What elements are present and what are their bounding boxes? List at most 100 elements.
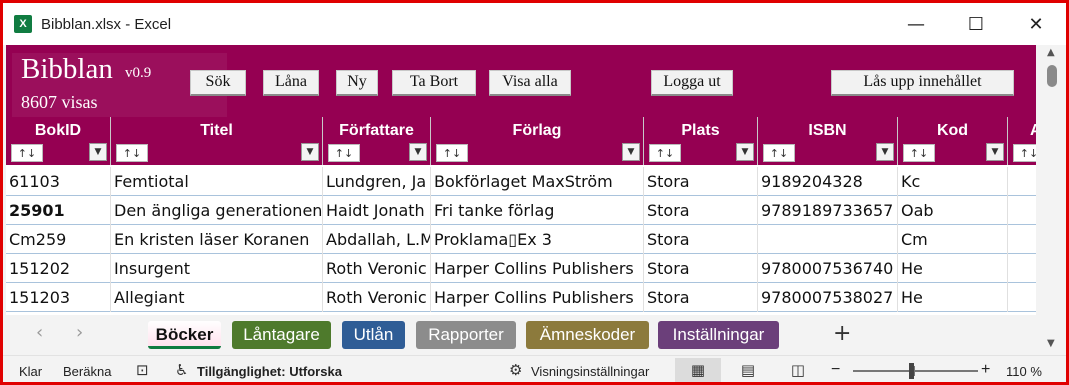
sort-button[interactable]: ↑↓ [328, 144, 360, 162]
cell-isbn[interactable]: 9789189733657 [758, 196, 898, 225]
filter-dropdown-icon[interactable]: ▼ [89, 143, 107, 161]
cell-forfattare[interactable]: Lundgren, Ja [323, 167, 431, 196]
filter-dropdown-icon[interactable]: ▼ [301, 143, 319, 161]
cell-plats[interactable]: Stora [644, 167, 758, 196]
unlock-content-button[interactable]: Lås upp innehållet [831, 70, 1014, 96]
column-header-isbn[interactable]: ISBN ↑↓ ▼ [758, 117, 898, 165]
borrow-button[interactable]: Låna [263, 70, 319, 96]
sort-button[interactable]: ↑↓ [436, 144, 468, 162]
scroll-thumb[interactable] [1047, 65, 1057, 87]
table-row[interactable]: 25901 Den ängliga generationen Haidt Jon… [6, 196, 1036, 225]
cell-forlag[interactable]: Fri tanke förlag [431, 196, 644, 225]
normal-view-icon[interactable]: ▦ [675, 358, 721, 382]
filter-dropdown-icon[interactable]: ▼ [736, 143, 754, 161]
cell-kod[interactable]: He [898, 254, 1008, 283]
column-header-titel[interactable]: Titel ↑↓ ▼ [111, 117, 323, 165]
cell-titel[interactable]: Femtiotal [111, 167, 323, 196]
accessibility-status[interactable]: Tillgänglighet: Utforska [197, 364, 342, 379]
search-button[interactable]: Sök [190, 70, 246, 96]
cell-bokid[interactable]: 25901 [6, 196, 111, 225]
logout-button[interactable]: Logga ut [651, 70, 733, 96]
new-button[interactable]: Ny [336, 70, 378, 96]
page-layout-view-icon[interactable]: ▤ [725, 358, 771, 382]
sort-button[interactable]: ↑↓ [763, 144, 795, 162]
cell-titel[interactable]: Insurgent [111, 254, 323, 283]
tab-lantagare[interactable]: Låntagare [232, 321, 331, 349]
column-header-forfattare[interactable]: Författare ↑↓ ▼ [323, 117, 431, 165]
display-settings-icon[interactable]: ⚙ [509, 361, 522, 379]
calculate-button[interactable]: Beräkna [63, 364, 111, 379]
show-all-button[interactable]: Visa alla [489, 70, 571, 96]
zoom-level[interactable]: 110 % [1006, 364, 1042, 379]
filter-dropdown-icon[interactable]: ▼ [409, 143, 427, 161]
table-row[interactable]: 151203 Allegiant Roth Veronic Harper Col… [6, 283, 1036, 312]
cell-forlag[interactable]: Harper Collins Publishers [431, 283, 644, 312]
cell-plats[interactable]: Stora [644, 254, 758, 283]
accessibility-icon[interactable]: ♿ [175, 361, 188, 379]
zoom-slider[interactable] [853, 370, 978, 372]
zoom-in-button[interactable]: + [981, 361, 990, 379]
column-header-kod[interactable]: Kod ↑↓ ▼ [898, 117, 1008, 165]
table-row[interactable]: Cm259 En kristen läser Koranen Abdallah,… [6, 225, 1036, 254]
macro-record-icon[interactable]: ⊡ [136, 361, 149, 379]
zoom-out-button[interactable]: − [831, 361, 840, 379]
cell-kod[interactable]: He [898, 283, 1008, 312]
cell-forlag[interactable]: Bokförlaget MaxStröm [431, 167, 644, 196]
cell-plats[interactable]: Stora [644, 196, 758, 225]
cell-forfattare[interactable]: Roth Veronic [323, 283, 431, 312]
maximize-button[interactable]: ☐ [953, 11, 999, 39]
cell-kod[interactable]: Oab [898, 196, 1008, 225]
column-header-forlag[interactable]: Förlag ↑↓ ▼ [431, 117, 644, 165]
cell-kod[interactable]: Cm [898, 225, 1008, 254]
worksheet[interactable]: Bibblan v0.9 8607 visas Sök Låna Ny Ta B… [6, 45, 1036, 315]
next-sheet-arrow-icon[interactable]: › [76, 322, 83, 343]
table-row[interactable]: 61103 Femtiotal Lundgren, Ja Bokförlaget… [6, 167, 1036, 196]
page-break-view-icon[interactable]: ◫ [775, 358, 821, 382]
scroll-down-arrow-icon[interactable]: ▼ [1047, 338, 1055, 349]
tab-installningar[interactable]: Inställningar [658, 321, 779, 349]
prev-sheet-arrow-icon[interactable]: ‹ [36, 322, 43, 343]
scroll-up-arrow-icon[interactable]: ▲ [1047, 47, 1055, 58]
cell-bokid[interactable]: Cm259 [6, 225, 111, 254]
sort-button[interactable]: ↑↓ [11, 144, 43, 162]
cell-forlag[interactable]: Proklama▯Ex 3 [431, 225, 644, 254]
add-sheet-icon[interactable]: + [833, 321, 851, 346]
cell-bokid[interactable]: 151202 [6, 254, 111, 283]
sort-button[interactable]: ↑↓ [903, 144, 935, 162]
cell-forfattare[interactable]: Abdallah, L.M [323, 225, 431, 254]
cell-titel[interactable]: Allegiant [111, 283, 323, 312]
cell-isbn[interactable] [758, 225, 898, 254]
cell-titel[interactable]: Den ängliga generationen [111, 196, 323, 225]
column-header-plats[interactable]: Plats ↑↓ ▼ [644, 117, 758, 165]
tab-amneskoder[interactable]: Ämneskoder [526, 321, 649, 349]
cell-plats[interactable]: Stora [644, 283, 758, 312]
sort-button[interactable]: ↑↓ [116, 144, 148, 162]
cell-isbn[interactable]: 9780007536740 [758, 254, 898, 283]
cell-forfattare[interactable]: Roth Veronic [323, 254, 431, 283]
tab-rapporter[interactable]: Rapporter [416, 321, 516, 349]
filter-dropdown-icon[interactable]: ▼ [876, 143, 894, 161]
sort-button[interactable]: ↑↓ [1013, 144, 1036, 162]
cell-titel[interactable]: En kristen läser Koranen [111, 225, 323, 254]
cell-forlag[interactable]: Harper Collins Publishers [431, 254, 644, 283]
tab-bocker[interactable]: Böcker [148, 321, 221, 349]
cell-forfattare[interactable]: Haidt Jonath [323, 196, 431, 225]
cell-kod[interactable]: Kc [898, 167, 1008, 196]
cell-plats[interactable]: Stora [644, 225, 758, 254]
zoom-slider-thumb[interactable] [909, 363, 914, 379]
delete-button[interactable]: Ta Bort [392, 70, 476, 96]
close-button[interactable]: ✕ [1013, 11, 1059, 39]
minimize-button[interactable]: — [893, 11, 939, 39]
view-settings-button[interactable]: Visningsinställningar [531, 364, 649, 379]
tab-utlan[interactable]: Utlån [342, 321, 405, 349]
cell-bokid[interactable]: 151203 [6, 283, 111, 312]
column-header-bokid[interactable]: BokID ↑↓ ▼ [6, 117, 111, 165]
vertical-scrollbar[interactable]: ▲ ▼ [1043, 45, 1063, 357]
filter-dropdown-icon[interactable]: ▼ [622, 143, 640, 161]
cell-isbn[interactable]: 9189204328 [758, 167, 898, 196]
cell-isbn[interactable]: 9780007538027 [758, 283, 898, 312]
sort-button[interactable]: ↑↓ [649, 144, 681, 162]
filter-dropdown-icon[interactable]: ▼ [986, 143, 1004, 161]
column-header-partial[interactable]: A ↑↓ [1008, 117, 1036, 165]
cell-bokid[interactable]: 61103 [6, 167, 111, 196]
